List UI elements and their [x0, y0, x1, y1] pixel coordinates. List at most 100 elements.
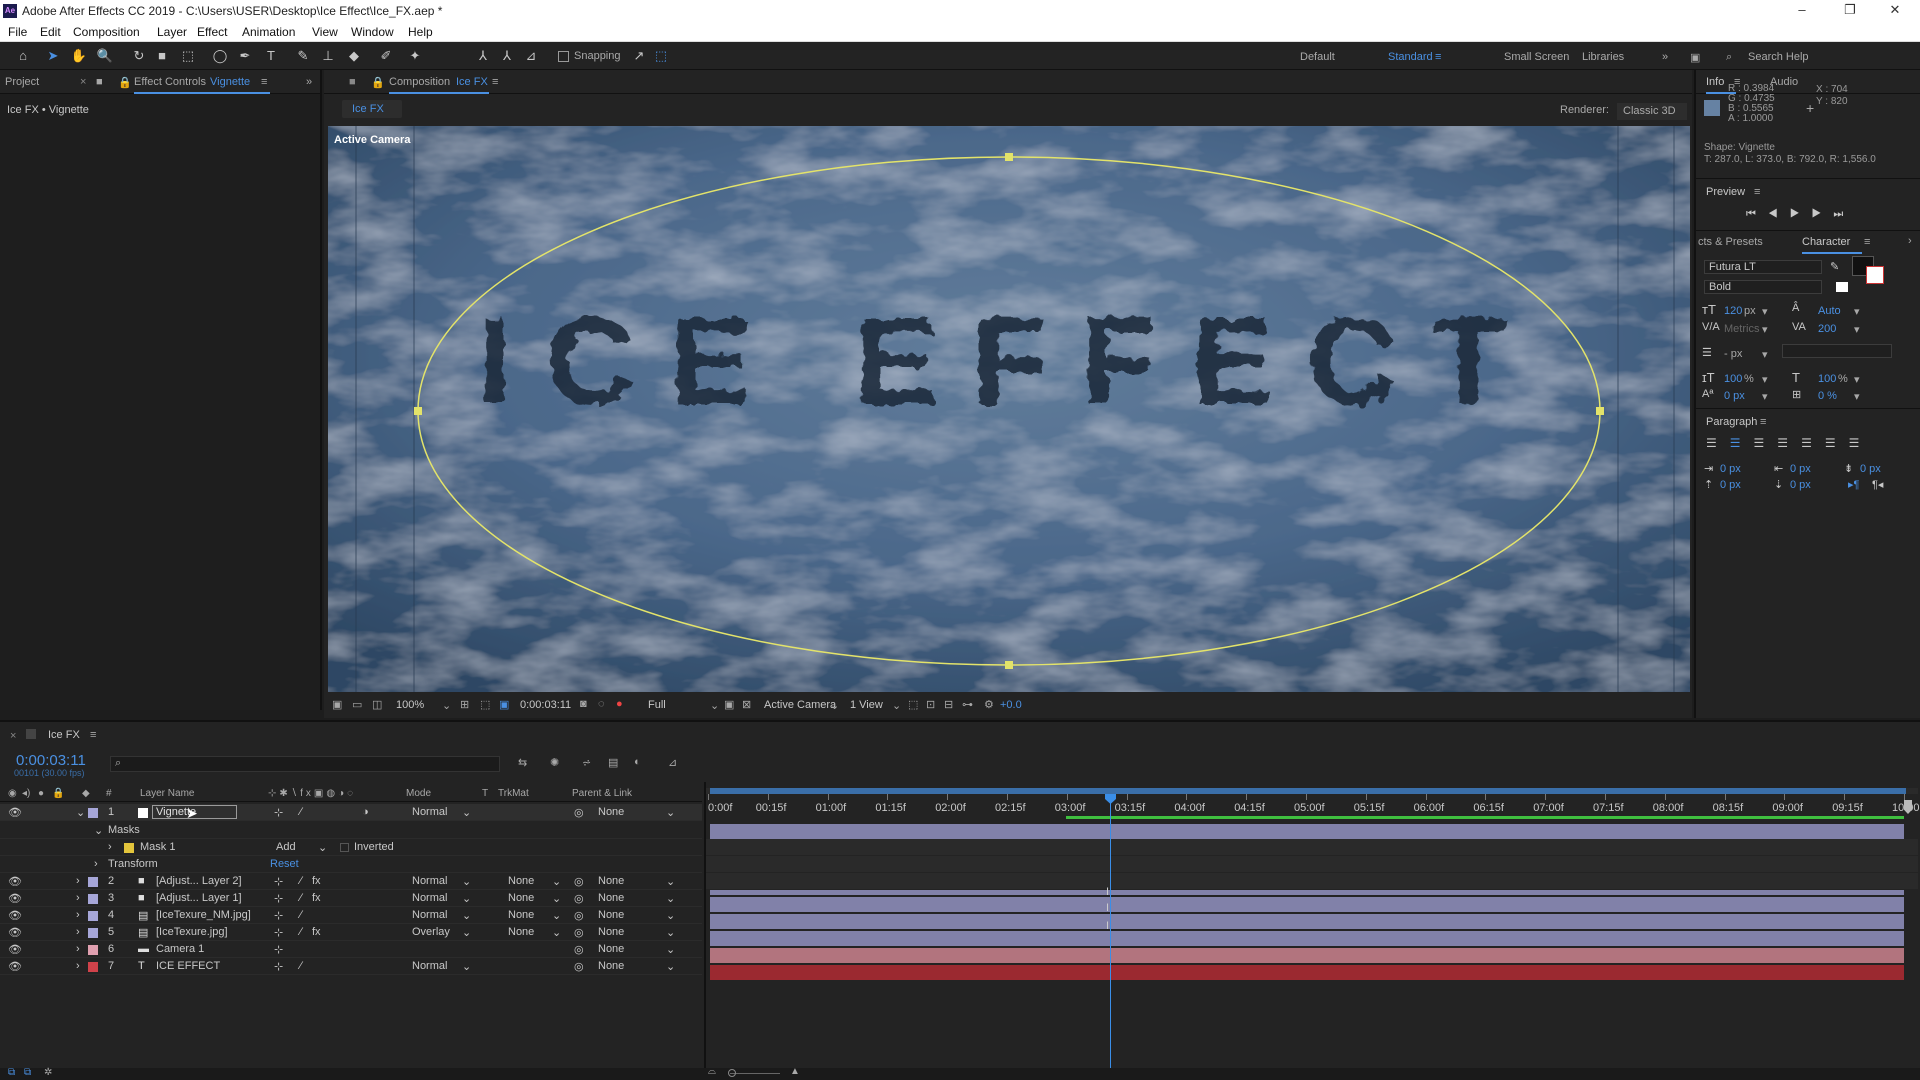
collapse-switch-icon[interactable]: ⊹	[274, 926, 283, 939]
mask-row[interactable]: › Mask 1 Add ⌄ Inverted	[0, 839, 702, 856]
layer-mode[interactable]: Normal	[412, 960, 447, 972]
indent-first-value[interactable]: 0 px	[1860, 463, 1881, 475]
vertical-scale-value[interactable]: 100	[1724, 373, 1742, 385]
parent-chevron-down-icon[interactable]: ⌄	[666, 806, 675, 819]
horizontal-scale-value[interactable]: 100	[1818, 373, 1836, 385]
collapse-switch-icon[interactable]: ⊹	[274, 943, 283, 956]
camera-view-dropdown[interactable]: Active Camera	[764, 699, 836, 711]
composition-viewer[interactable]: ICE EFFECT Active Camera	[328, 126, 1690, 692]
quality-switch-icon[interactable]: ∕	[300, 960, 302, 972]
layer-label-swatch[interactable]	[88, 877, 98, 887]
brush-tool-icon[interactable]: ✎	[294, 47, 312, 65]
last-frame-icon[interactable]: ⏭	[1833, 208, 1855, 220]
leading-value[interactable]: Auto	[1818, 305, 1841, 317]
parent-chevron-down-icon[interactable]: ⌄	[666, 909, 675, 922]
layer-mode[interactable]: Normal	[412, 892, 447, 904]
resolution-dropdown[interactable]: Full	[648, 699, 666, 711]
layer-trkmat[interactable]: None	[508, 892, 534, 904]
workspace-menu-icon[interactable]: ≡	[1435, 51, 1441, 63]
search-help-input[interactable]: Search Help	[1748, 51, 1809, 63]
mask-expand-chevron-icon[interactable]: ›	[108, 841, 112, 853]
quality-switch-icon[interactable]: ∕	[300, 806, 302, 818]
pickwhip-icon[interactable]: ◎	[574, 875, 584, 888]
character-expand-icon[interactable]: ›	[1908, 235, 1912, 247]
layer-label-swatch[interactable]	[88, 894, 98, 904]
tab-info[interactable]: Info	[1706, 76, 1724, 88]
mask-visibility-icon[interactable]: ◫	[372, 698, 382, 711]
layer-label-swatch[interactable]	[88, 962, 98, 972]
panel-toggle-icon[interactable]: ▣	[1690, 51, 1700, 64]
font-family-dropdown[interactable]: Futura LT	[1704, 260, 1822, 274]
menu-edit[interactable]: Edit	[40, 25, 61, 39]
menu-layer[interactable]: Layer	[157, 25, 187, 39]
layer-parent[interactable]: None	[598, 909, 624, 921]
toggle-transparency-icon[interactable]: ⊠	[742, 698, 751, 711]
align-right-icon[interactable]: ☰	[1754, 436, 1778, 450]
always-preview-icon[interactable]: ▣	[332, 698, 342, 711]
region-of-interest-icon[interactable]: ⬚	[480, 698, 490, 711]
exposure-value[interactable]: +0.0	[1000, 699, 1022, 711]
tab-effect-controls[interactable]: Effect Controls	[134, 76, 206, 88]
justify-all-icon[interactable]: ☰	[1849, 436, 1873, 450]
layer-search-input[interactable]: ⌕	[110, 756, 500, 772]
minimize-button[interactable]: –	[1787, 2, 1817, 20]
table-row[interactable]: 👁 › 4 ▤ [IceTexure_NM.jpg] ⊹ ∕ Normal ⌄ None ⌄ ◎ Non…	[0, 907, 702, 924]
next-frame-icon[interactable]: ▶	[1812, 208, 1834, 220]
zoom-slider-track[interactable]	[730, 1073, 780, 1074]
layer-parent[interactable]: None	[598, 806, 624, 818]
camera-tool-icon[interactable]: ■	[153, 47, 171, 65]
flowchart-icon[interactable]: ⊶	[962, 698, 973, 711]
shy-layers-icon[interactable]: ⩫	[582, 756, 591, 769]
layer-label-swatch[interactable]	[88, 945, 98, 955]
layer-name[interactable]: [Adjust... Layer 2]	[156, 875, 242, 887]
timeline-close-icon[interactable]: ×	[10, 730, 16, 742]
tab-effects-presets[interactable]: cts & Presets	[1698, 236, 1763, 248]
layer-name[interactable]: [IceTexure.jpg]	[156, 926, 228, 938]
visibility-eye-icon[interactable]: 👁	[8, 892, 22, 905]
masks-group-row[interactable]: ⌄ Masks	[0, 822, 702, 839]
transform-expand-chevron-icon[interactable]: ›	[94, 858, 98, 870]
transparency-grid-icon[interactable]: ▣	[499, 698, 509, 711]
comp-lock-icon[interactable]: ■	[349, 76, 356, 88]
pickwhip-icon[interactable]: ◎	[574, 892, 584, 905]
layer-mode[interactable]: Normal	[412, 909, 447, 921]
layer-parent[interactable]: None	[598, 926, 624, 938]
zoom-in-icon[interactable]: ▲	[790, 1066, 800, 1077]
pickwhip-icon[interactable]: ◎	[574, 960, 584, 973]
previous-frame-icon[interactable]: ◀	[1768, 208, 1790, 220]
justify-left-icon[interactable]: ☰	[1777, 436, 1801, 450]
kerning-chevron-icon[interactable]: ▾	[1762, 323, 1768, 336]
play-icon[interactable]: ▶	[1790, 208, 1812, 220]
justify-right-icon[interactable]: ☰	[1825, 436, 1849, 450]
indent-right-value[interactable]: 0 px	[1790, 463, 1811, 475]
visibility-eye-icon[interactable]: 👁	[8, 875, 22, 888]
motion-blur-icon[interactable]: ◐	[634, 756, 641, 768]
font-style-dropdown[interactable]: Bold	[1704, 280, 1822, 294]
ltr-direction-icon[interactable]: ▸¶	[1848, 478, 1859, 491]
expand-chevron-icon[interactable]: ›	[76, 960, 80, 972]
mask-vertex-left[interactable]	[414, 407, 422, 415]
menu-animation[interactable]: Animation	[242, 25, 295, 39]
zoom-tool-icon[interactable]: 🔍	[96, 47, 114, 65]
safe-margins-icon[interactable]: ▭	[352, 698, 362, 711]
mode-header[interactable]: Mode	[406, 788, 431, 799]
table-row[interactable]: 👁 ⌄ 1 Vignette ⊹ ∕ ◑ Normal ⌄ ◎ None ⌄	[0, 804, 702, 821]
mask-mode-chevron-icon[interactable]: ⌄	[318, 841, 327, 854]
layer-duration-bar[interactable]	[710, 948, 1904, 963]
indent-left-value[interactable]: 0 px	[1720, 463, 1741, 475]
pickwhip-icon[interactable]: ◎	[574, 943, 584, 956]
settings-gear-icon[interactable]: ✲	[44, 1067, 52, 1078]
space-after-value[interactable]: 0 px	[1790, 479, 1811, 491]
layer-duration-bar[interactable]	[710, 965, 1904, 980]
menu-window[interactable]: Window	[351, 25, 394, 39]
eyedropper-icon[interactable]: ✎	[1830, 260, 1839, 273]
timeline-icon[interactable]: ⊟	[944, 698, 953, 711]
mask-mode[interactable]: Add	[276, 841, 296, 853]
trkmat-chevron-down-icon[interactable]: ⌄	[552, 892, 561, 905]
workspace-libraries[interactable]: Libraries	[1582, 51, 1624, 63]
playhead-line[interactable]	[1110, 794, 1111, 1070]
audio-toggle-icon[interactable]: ◂)	[22, 788, 30, 799]
font-size-value[interactable]: 120	[1724, 305, 1742, 317]
trkmat-chevron-down-icon[interactable]: ⌄	[552, 926, 561, 939]
mode-chevron-down-icon[interactable]: ⌄	[462, 892, 471, 905]
